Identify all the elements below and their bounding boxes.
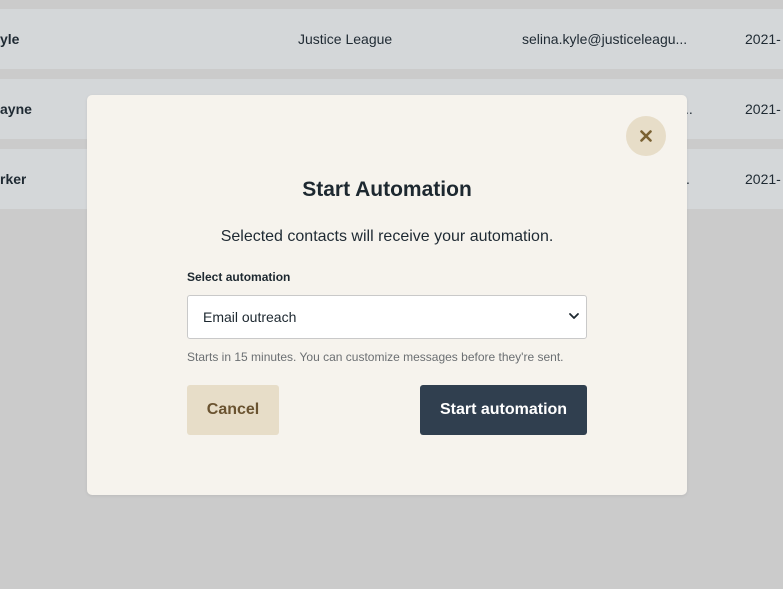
cancel-button[interactable]: Cancel [187, 385, 279, 435]
contact-date: 2021- [745, 101, 781, 117]
contact-date: 2021- [745, 171, 781, 187]
close-button[interactable] [626, 116, 666, 156]
automation-select-value: Email outreach [203, 309, 297, 325]
automation-hint: Starts in 15 minutes. You can customize … [187, 350, 564, 364]
chevron-down-icon [569, 313, 579, 319]
contact-date: 2021- [745, 31, 781, 47]
table-row[interactable]: yle Justice League selina.kyle@justicele… [0, 9, 783, 69]
page: yle Justice League selina.kyle@justicele… [0, 0, 783, 589]
select-automation-label: Select automation [187, 270, 291, 284]
start-automation-modal: Start Automation Selected contacts will … [87, 95, 687, 495]
modal-title: Start Automation [302, 178, 472, 201]
modal-description: Selected contacts will receive your auto… [220, 228, 554, 245]
contact-name: rker [0, 171, 27, 187]
contact-organization: Justice League [298, 31, 393, 47]
automation-select[interactable]: Email outreach [187, 295, 587, 339]
contact-name: yle [0, 31, 20, 47]
start-automation-button[interactable]: Start automation [420, 385, 587, 435]
contact-email: selina.kyle@justiceleagu... [522, 31, 688, 47]
close-icon [640, 130, 652, 142]
contact-name: ayne [0, 101, 32, 117]
